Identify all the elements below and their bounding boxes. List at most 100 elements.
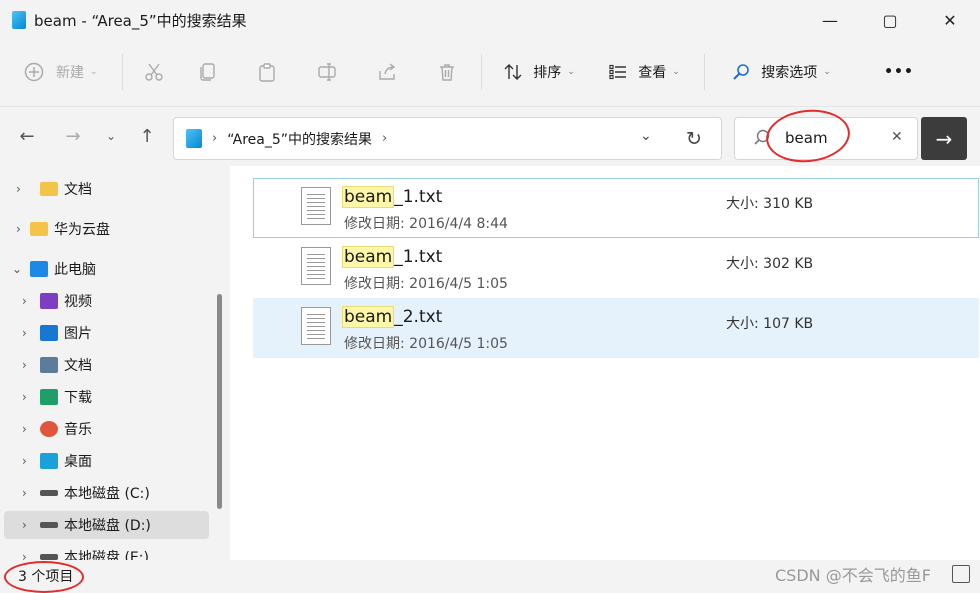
navigation-pane: › 文档 › 华为云盘 ⌄ 此电脑 › 视频 › 图片 › 文档 › 下载 › 音乐 › 桌面 › 本地磁盘 (C:)… — [0, 166, 230, 560]
text-file-icon — [301, 247, 331, 285]
chevron-down-icon: ⌄ — [567, 67, 575, 77]
video-icon — [40, 293, 58, 309]
maximize-button[interactable]: ▢ — [860, 0, 920, 40]
command-bar: 新建 ⌄ 排序 ⌄ 查看 ⌄ 搜索选项 ⌄ ••• — [0, 44, 980, 100]
modified-label: 修改日期: — [344, 336, 405, 352]
search-folder-icon — [186, 129, 202, 148]
clear-search-button[interactable]: ✕ — [891, 129, 903, 145]
file-name[interactable]: beam _1.txt — [342, 186, 443, 208]
chevron-right-icon[interactable]: › — [16, 222, 21, 236]
copy-button[interactable] — [177, 52, 237, 92]
chevron-right-icon[interactable]: › — [22, 358, 27, 372]
chevron-down-icon[interactable]: ⌄ — [12, 262, 22, 276]
title-bar: beam - “Area_5”中的搜索结果 — ▢ ✕ — [0, 0, 980, 40]
view-button[interactable]: 查看 ⌄ — [594, 52, 694, 92]
size-value: 107 KB — [763, 316, 814, 332]
drive-icon — [40, 522, 58, 528]
toolbar-divider — [481, 54, 482, 90]
file-name[interactable]: beam _1.txt — [342, 246, 443, 268]
sidebar-item[interactable]: › 下载 — [4, 383, 209, 411]
file-name-rest: _1.txt — [394, 187, 443, 207]
toolbar-divider — [704, 54, 705, 90]
sidebar-item[interactable]: › 文档 — [4, 351, 209, 379]
sidebar-item-label: 视频 — [64, 294, 92, 310]
chevron-right-icon[interactable]: › — [22, 294, 27, 308]
folder-icon — [40, 182, 58, 196]
share-button[interactable] — [357, 52, 417, 92]
sort-button[interactable]: 排序 ⌄ — [490, 52, 588, 92]
file-modified: 修改日期: 2016/4/5 1:05 — [344, 273, 508, 293]
sidebar-item[interactable]: ⌄ 此电脑 — [4, 255, 209, 283]
file-row[interactable]: beam _2.txt 修改日期: 2016/4/5 1:05 大小: 107 KB — [253, 298, 979, 358]
address-dropdown-button[interactable]: ⌄ — [640, 128, 652, 144]
file-list: beam _1.txt 修改日期: 2016/4/4 8:44 大小: 310 KB b… — [230, 166, 980, 560]
chevron-down-icon: ⌄ — [672, 67, 680, 77]
search-options-icon — [731, 62, 753, 82]
chevron-right-icon[interactable]: › — [22, 486, 27, 500]
size-label: 大小: — [726, 316, 759, 332]
desktop-icon — [40, 453, 58, 469]
size-value: 302 KB — [763, 256, 814, 272]
file-size: 大小: 310 KB — [726, 193, 813, 213]
chevron-down-icon: ⌄ — [90, 67, 98, 77]
chevron-right-icon: › — [212, 131, 218, 146]
sort-icon — [503, 62, 523, 82]
search-options-button[interactable]: 搜索选项 ⌄ — [715, 52, 847, 92]
chevron-right-icon[interactable]: › — [22, 550, 27, 560]
rename-button[interactable] — [297, 52, 357, 92]
sidebar-item[interactable]: › 本地磁盘 (E:) — [4, 543, 209, 560]
more-options-button[interactable]: ••• — [869, 52, 929, 92]
chevron-right-icon[interactable]: › — [16, 182, 21, 196]
recent-locations-button[interactable]: ⌄ — [96, 121, 126, 151]
chevron-right-icon[interactable]: › — [22, 390, 27, 404]
new-button[interactable]: 新建 ⌄ — [24, 52, 114, 92]
file-row[interactable]: beam _1.txt 修改日期: 2016/4/5 1:05 大小: 302 KB — [253, 238, 979, 298]
sidebar-item[interactable]: › 华为云盘 — [4, 215, 209, 243]
chevron-right-icon[interactable]: › — [22, 454, 27, 468]
computer-icon — [30, 261, 48, 277]
view-toggle-icon[interactable] — [952, 565, 970, 583]
sidebar-item[interactable]: › 视频 — [4, 287, 209, 315]
delete-button[interactable] — [417, 52, 477, 92]
size-label: 大小: — [726, 196, 759, 212]
sidebar-item[interactable]: › 文档 — [4, 175, 209, 203]
address-bar[interactable]: › “Area_5”中的搜索结果 › ⌄ ↻ — [173, 117, 722, 160]
scrollbar-thumb[interactable] — [217, 294, 222, 509]
chevron-down-icon: ⌄ — [823, 67, 831, 77]
sidebar-item[interactable]: › 音乐 — [4, 415, 209, 443]
list-view-icon — [608, 62, 628, 82]
minimize-button[interactable]: — — [800, 0, 860, 40]
modified-value: 2016/4/5 1:05 — [409, 336, 508, 352]
sidebar-item-label: 文档 — [64, 182, 92, 198]
rename-icon — [317, 62, 337, 82]
file-name[interactable]: beam _2.txt — [342, 306, 443, 328]
file-name-rest: _1.txt — [394, 247, 443, 267]
text-file-icon — [301, 307, 331, 345]
search-go-button[interactable]: → — [921, 117, 967, 160]
sidebar-item[interactable]: › 桌面 — [4, 447, 209, 475]
folder-icon — [30, 222, 48, 236]
chevron-right-icon[interactable]: › — [22, 422, 27, 436]
chevron-right-icon[interactable]: › — [22, 518, 27, 532]
cut-button[interactable] — [131, 52, 177, 92]
sidebar-scrollbar[interactable] — [213, 166, 227, 560]
clipboard-icon — [257, 62, 277, 82]
copy-icon — [197, 62, 217, 82]
search-options-label: 搜索选项 — [761, 65, 818, 81]
chevron-right-icon[interactable]: › — [22, 326, 27, 340]
breadcrumb-search-results[interactable]: “Area_5”中的搜索结果 — [227, 129, 372, 149]
close-button[interactable]: ✕ — [920, 0, 980, 40]
file-row[interactable]: beam _1.txt 修改日期: 2016/4/4 8:44 大小: 310 KB — [253, 178, 979, 238]
sidebar-item-label: 华为云盘 — [54, 222, 110, 238]
file-name-rest: _2.txt — [394, 307, 443, 327]
sidebar-item[interactable]: › 图片 — [4, 319, 209, 347]
window-controls: — ▢ ✕ — [800, 0, 980, 40]
back-button[interactable]: ← — [12, 121, 42, 151]
download-icon — [40, 389, 58, 405]
up-button[interactable]: ↑ — [132, 121, 162, 151]
paste-button[interactable] — [237, 52, 297, 92]
sidebar-item[interactable]: › 本地磁盘 (D:) — [4, 511, 209, 539]
sidebar-item[interactable]: › 本地磁盘 (C:) — [4, 479, 209, 507]
forward-button[interactable]: → — [58, 121, 88, 151]
refresh-button[interactable]: ↻ — [686, 128, 702, 150]
